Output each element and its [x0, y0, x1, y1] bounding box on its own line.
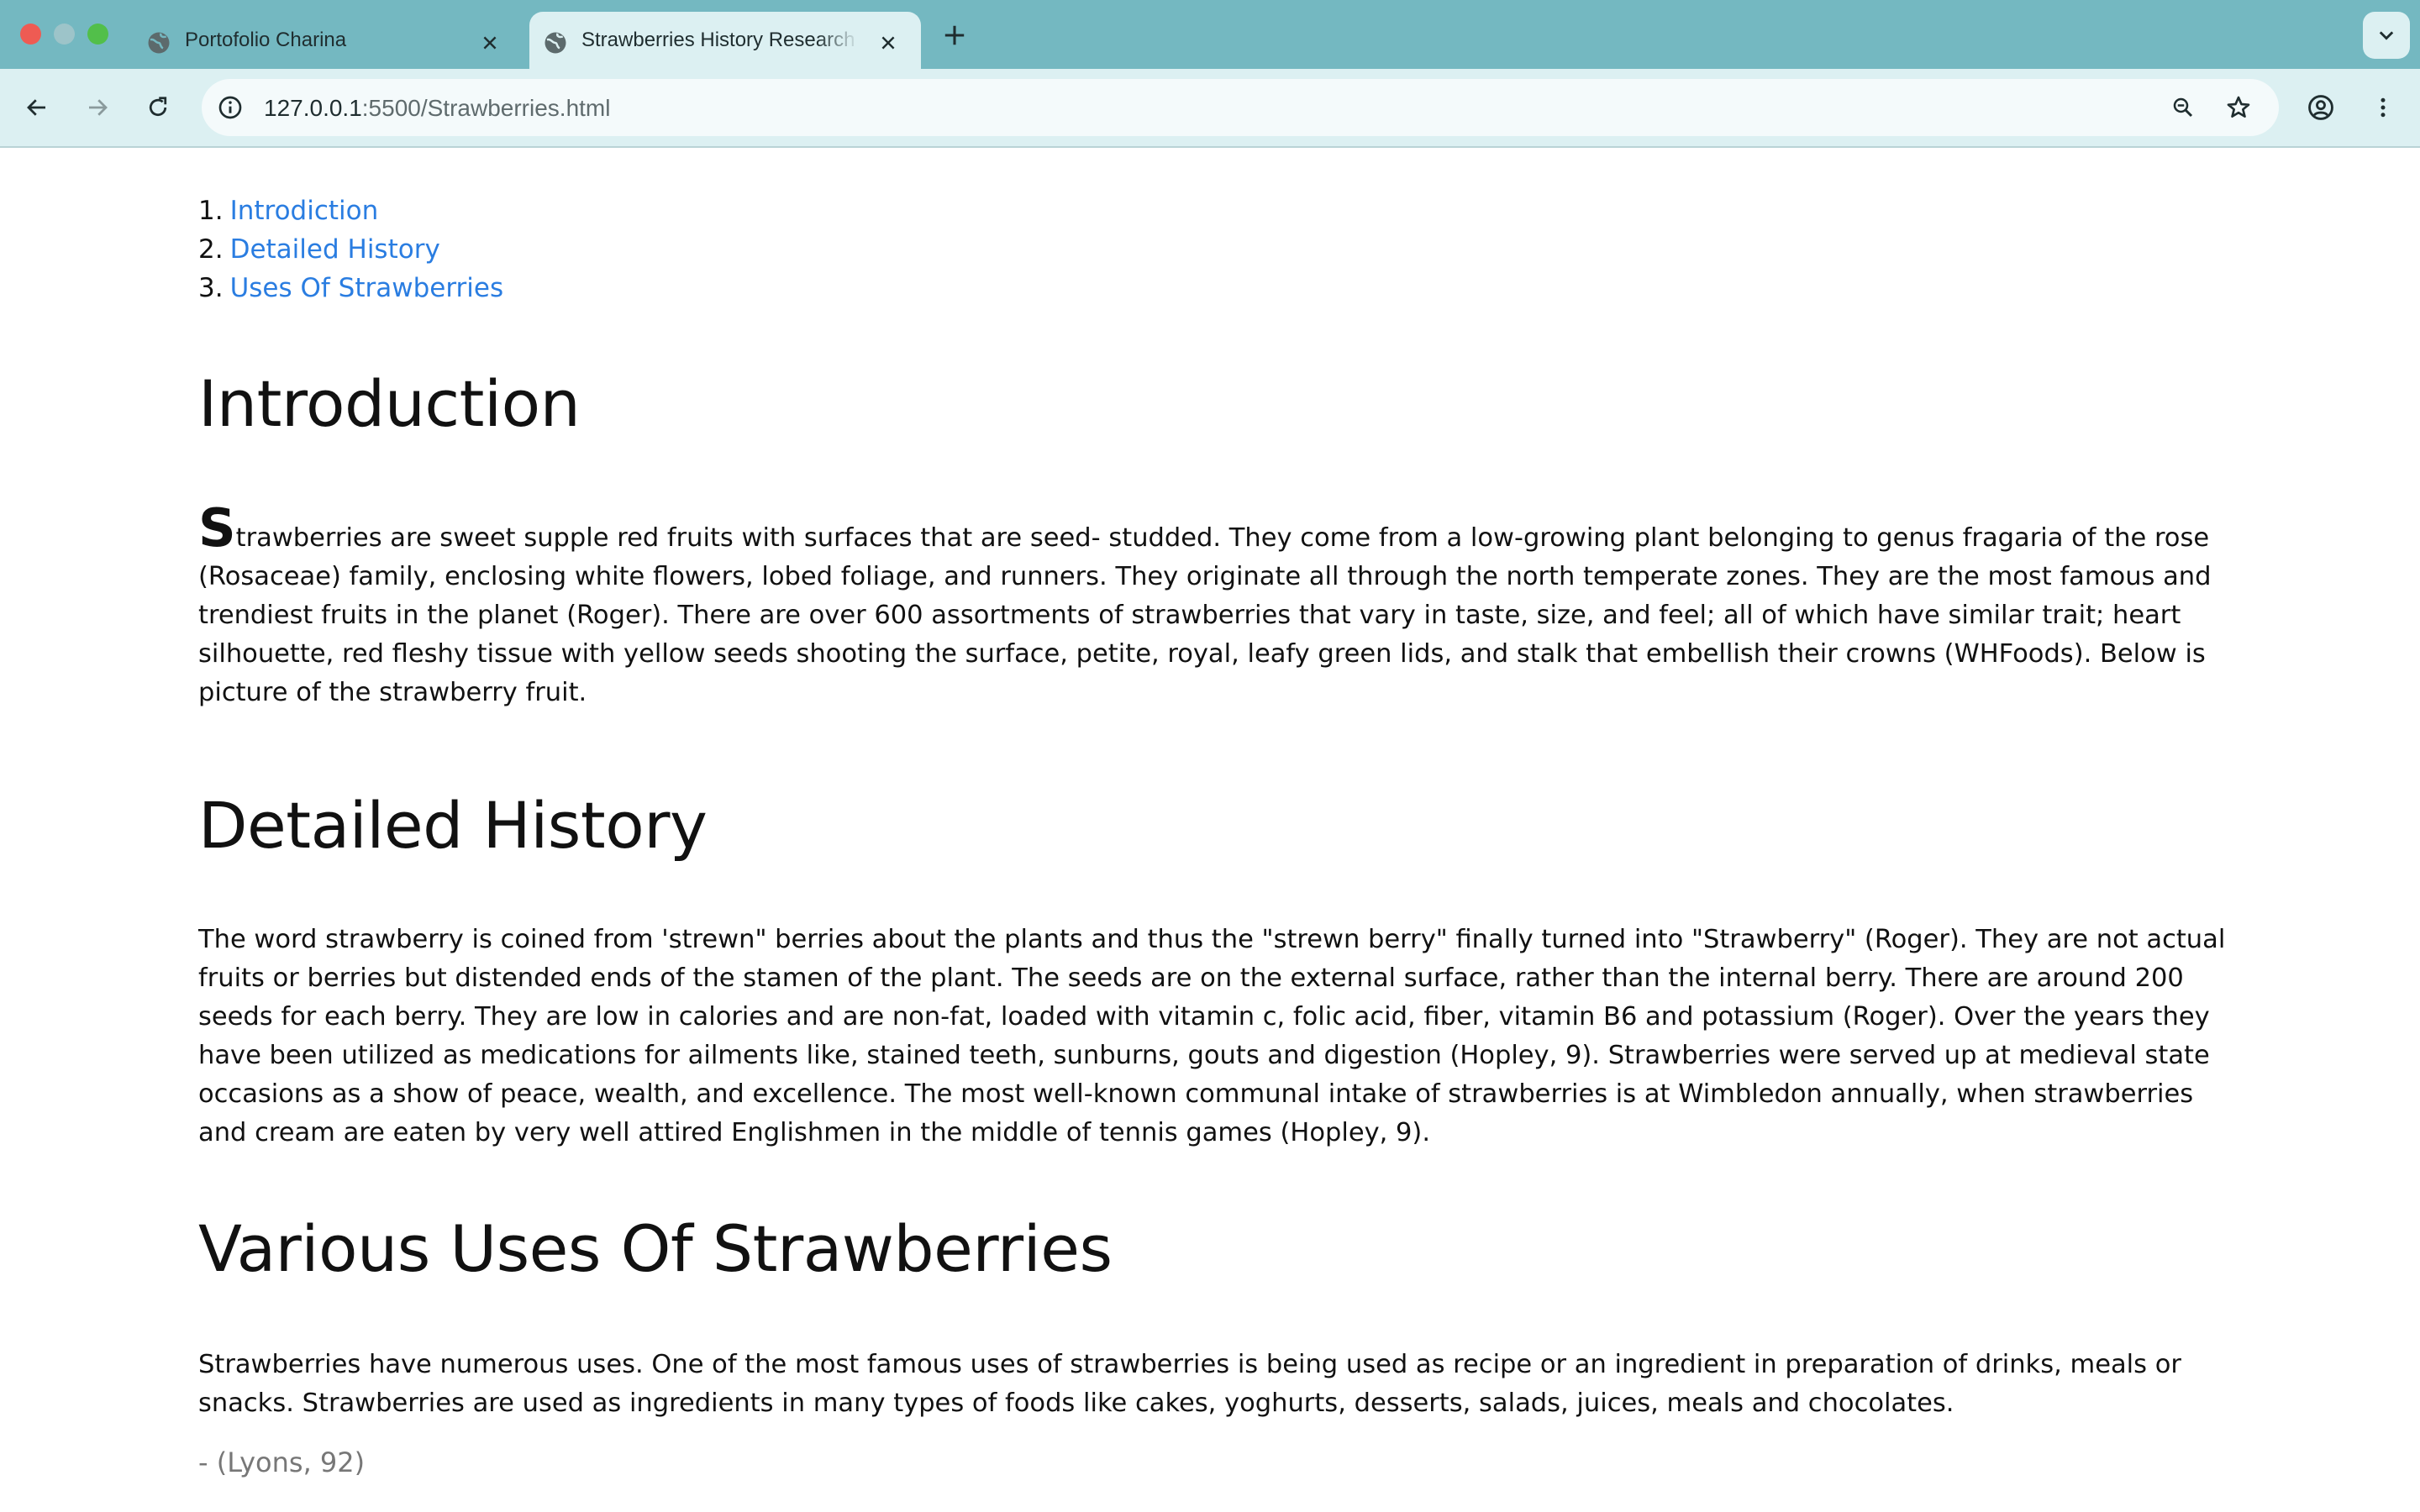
page-content: 1. Introdiction 2. Detailed History 3. U…: [0, 148, 2420, 1512]
uses-paragraph: Strawberries have numerous uses. One of …: [198, 1350, 2181, 1418]
menu-icon[interactable]: [2361, 86, 2405, 129]
toc-number: 2.: [198, 234, 224, 265]
toc-item-uses: 3. Uses Of Strawberries: [198, 269, 503, 307]
globe-icon: [543, 30, 568, 55]
close-window-button[interactable]: [20, 24, 41, 45]
tab-title: Strawberries History Research: [581, 29, 855, 51]
toc-link-history[interactable]: Detailed History: [230, 230, 440, 269]
url-host: 127.0.0.1: [264, 95, 362, 121]
tab-strawberries[interactable]: Strawberries History Research: [529, 12, 921, 69]
new-tab-icon[interactable]: [939, 20, 970, 50]
history-heading: Detailed History: [198, 788, 708, 863]
profile-icon[interactable]: [2299, 86, 2343, 129]
table-of-contents: 1. Introdiction 2. Detailed History 3. U…: [198, 192, 503, 307]
drop-cap: S: [198, 497, 236, 559]
tab-strip: Portofolio Charina Strawberries History …: [0, 0, 2420, 69]
globe-icon: [146, 30, 171, 55]
back-icon[interactable]: [15, 86, 59, 129]
introduction-text: trawberries are sweet supple red fruits …: [198, 523, 2212, 707]
maximize-window-button[interactable]: [87, 24, 108, 45]
site-info-icon[interactable]: [212, 89, 249, 126]
forward-icon[interactable]: [76, 86, 119, 129]
browser-toolbar: 127.0.0.1:5500/Strawberries.html: [0, 69, 2420, 148]
address-bar[interactable]: 127.0.0.1:5500/Strawberries.html: [202, 79, 2279, 136]
tab-portfolio[interactable]: Portofolio Charina: [133, 12, 523, 69]
toc-item-history: 2. Detailed History: [198, 230, 503, 269]
uses-heading: Various Uses Of Strawberries: [198, 1211, 1113, 1286]
toc-item-introduction: 1. Introdiction: [198, 192, 503, 230]
introduction-heading: Introduction: [198, 366, 581, 441]
tab-title: Portofolio Charina: [185, 29, 347, 51]
close-tab-icon[interactable]: [477, 30, 502, 55]
reload-icon[interactable]: [136, 86, 180, 129]
url-text: 127.0.0.1:5500/Strawberries.html: [264, 95, 610, 122]
zoom-icon[interactable]: [2165, 89, 2202, 126]
minimize-window-button[interactable]: [54, 24, 75, 45]
introduction-paragraph: Strawberries are sweet supple red fruits…: [198, 502, 2232, 712]
close-tab-icon[interactable]: [876, 30, 901, 55]
history-paragraph: The word strawberry is coined from 'stre…: [198, 925, 2226, 1147]
bookmark-star-icon[interactable]: [2220, 89, 2257, 126]
tab-search-chevron-icon[interactable]: [2363, 12, 2410, 59]
toc-number: 1.: [198, 196, 224, 226]
citation: - (Lyons, 92): [198, 1446, 366, 1478]
url-path: :5500/Strawberries.html: [361, 95, 611, 121]
toc-number: 3.: [198, 273, 224, 303]
toc-link-introduction[interactable]: Introdiction: [230, 192, 379, 230]
toc-link-uses[interactable]: Uses Of Strawberries: [230, 269, 504, 307]
